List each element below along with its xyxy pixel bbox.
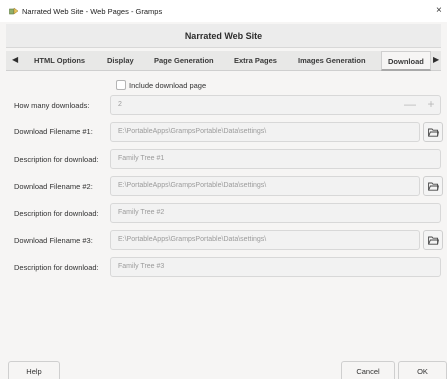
include-download-label[interactable]: Include download page: [129, 81, 206, 90]
tab-scroll-left-icon[interactable]: ◀: [12, 55, 18, 64]
dialog-header: Narrated Web Site: [6, 24, 441, 48]
download-filename-1-value: E:\PortableApps\GrampsPortable\Data\sett…: [118, 128, 267, 135]
how-many-downloads-value: 2: [118, 101, 122, 108]
browse-filename-3-button[interactable]: [423, 230, 443, 250]
download-description-2-field[interactable]: Family Tree #2: [110, 203, 441, 223]
download-description-3-label: Description for download:: [14, 263, 99, 272]
tab-images-generation[interactable]: Images Generation: [298, 56, 366, 65]
download-filename-1-field[interactable]: E:\PortableApps\GrampsPortable\Data\sett…: [110, 122, 420, 142]
tab-display[interactable]: Display: [107, 56, 134, 65]
browse-filename-1-button[interactable]: [423, 122, 443, 142]
download-description-3-value: Family Tree #3: [118, 263, 165, 270]
how-many-downloads-label: How many downloads:: [14, 101, 90, 110]
cancel-button[interactable]: Cancel: [341, 361, 395, 379]
increment-button[interactable]: +: [421, 95, 441, 115]
download-description-1-label: Description for download:: [14, 155, 99, 164]
folder-open-icon: [427, 182, 439, 191]
tab-extra-pages[interactable]: Extra Pages: [234, 56, 277, 65]
help-button[interactable]: Help: [8, 361, 60, 379]
download-filename-3-field[interactable]: E:\PortableApps\GrampsPortable\Data\sett…: [110, 230, 420, 250]
download-filename-3-label: Download Filename #3:: [14, 236, 93, 245]
tab-scroll-right-icon[interactable]: ▶: [433, 55, 439, 64]
download-description-2-label: Description for download:: [14, 209, 99, 218]
download-description-1-value: Family Tree #1: [118, 155, 165, 162]
download-filename-2-label: Download Filename #2:: [14, 182, 93, 191]
tab-page-generation[interactable]: Page Generation: [154, 56, 214, 65]
download-filename-1-label: Download Filename #1:: [14, 127, 93, 136]
how-many-downloads-spinner[interactable]: 2: [110, 95, 441, 115]
download-description-1-field[interactable]: Family Tree #1: [110, 149, 441, 169]
include-download-checkbox[interactable]: [116, 80, 126, 90]
tab-html-options[interactable]: HTML Options: [34, 56, 85, 65]
download-filename-3-value: E:\PortableApps\GrampsPortable\Data\sett…: [118, 236, 267, 243]
download-description-3-field[interactable]: Family Tree #3: [110, 257, 441, 277]
download-filename-2-field[interactable]: E:\PortableApps\GrampsPortable\Data\sett…: [110, 176, 420, 196]
dialog-title: Narrated Web Site: [184, 31, 263, 41]
download-description-2-value: Family Tree #2: [118, 209, 165, 216]
gramps-app-icon: [9, 7, 19, 15]
folder-open-icon: [427, 128, 439, 137]
ok-button[interactable]: OK: [398, 361, 447, 379]
tab-download[interactable]: Download: [381, 51, 431, 71]
download-filename-2-value: E:\PortableApps\GrampsPortable\Data\sett…: [118, 182, 267, 189]
window-title: Narrated Web Site - Web Pages - Gramps: [22, 7, 163, 16]
window-titlebar: Narrated Web Site - Web Pages - Gramps ×: [0, 0, 447, 22]
folder-open-icon: [427, 236, 439, 245]
browse-filename-2-button[interactable]: [423, 176, 443, 196]
close-icon[interactable]: ×: [436, 5, 442, 16]
tab-bar: ◀ HTML Options Display Page Generation E…: [6, 51, 441, 71]
decrement-button[interactable]: —: [400, 95, 420, 115]
